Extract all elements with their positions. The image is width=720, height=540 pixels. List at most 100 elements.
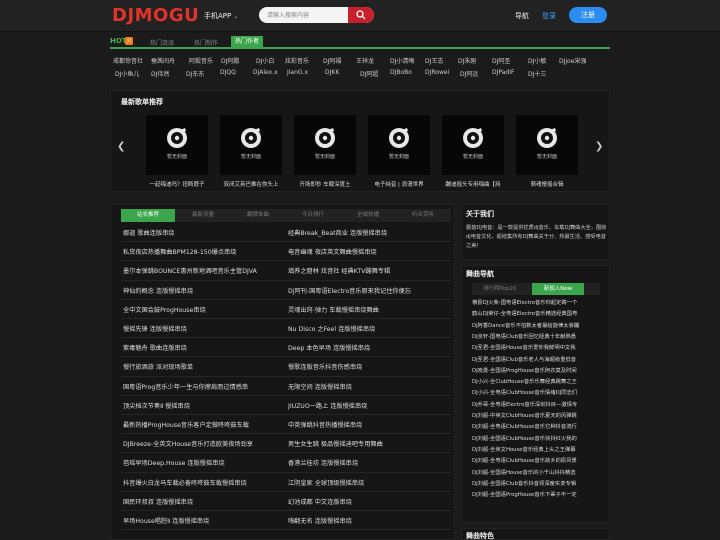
playlist-card[interactable]: 暂无封面 电子纯音 | 浪漫世界 (368, 115, 430, 188)
song-link[interactable]: DJBreeze-全英文House音乐打造欧美夜场劲享 (123, 439, 283, 448)
song-link[interactable]: 顶尖档次节奏Ⅱ 慢摇串烧 (123, 401, 283, 410)
song-link[interactable]: 墨尔本弹跳BOUNCE惠州新地酒吧音乐主管DJVA (123, 266, 283, 275)
search-input[interactable] (259, 7, 351, 23)
artist-link[interactable]: DJ伟然 (151, 69, 169, 78)
artist-link[interactable]: DJKK (325, 69, 339, 76)
nav-link[interactable]: 导航 (515, 11, 529, 21)
list-item[interactable]: Dj刘超-中英文ClubHouse音乐夏天的风弹跳 (472, 411, 600, 419)
artist-link[interactable]: 阿毅音乐 (189, 56, 213, 65)
list-item[interactable]: Dj小兴-全ClubHouse音乐乐舞经典跳舞之王 (472, 377, 600, 385)
list-tab[interactable]: 翻牌单曲 (231, 209, 285, 222)
list-tab[interactable]: 站长推荐 (121, 209, 175, 222)
playlist-name[interactable]: 萌魂慢摇合辑 (512, 180, 582, 188)
song-link[interactable]: 嗨翻无名 连版慢摇串烧 (288, 516, 448, 525)
list-item[interactable]: Dj圣君-全国语House音乐爱你我鲜明中文我 (472, 343, 600, 351)
artist-link[interactable]: DJPadIF (492, 69, 514, 76)
song-link[interactable]: 娜迦 歌曲连版串烧 (123, 228, 283, 237)
list-item[interactable]: Dj圣君-全国语Club音乐老人与海超级重低音 (472, 355, 600, 363)
song-link[interactable]: 紫毒魅舟 歌曲连版串烧 (123, 343, 283, 352)
playlist-name[interactable]: 电子纯音 | 浪漫世界 (364, 180, 434, 188)
song-link[interactable]: 慢歌连版音乐抖音伤感串烧 (288, 362, 448, 371)
list-item[interactable]: Dj刘超-全粤语ClubHouse音乐它种抖音流行 (472, 422, 600, 430)
list-item[interactable]: Dj京轩-国粤语Club音乐回忆经典十年献熟悉 (472, 332, 600, 340)
tab-top20[interactable]: 排行榜Top20 (474, 283, 526, 295)
song-link[interactable]: 无限空间 连版慢摇串烧 (288, 382, 448, 391)
song-link[interactable]: 男生女生跳 极品慢摇迪吧专用舞曲 (288, 439, 448, 448)
artist-link[interactable]: 蚕茜间舟 (151, 56, 175, 65)
list-item[interactable]: Dj刘超-全国语Club音乐抖音领深度实变专辑 (472, 479, 600, 487)
artist-link[interactable]: DJ阿圣 (492, 56, 510, 65)
tab-hot-genre[interactable]: 热门流派 (150, 38, 174, 47)
artist-link[interactable]: DJ阿远 (460, 69, 478, 78)
list-item[interactable]: Dj小兴-全粤语ClubHouse音乐情绪DJ同志们 (472, 388, 600, 396)
list-item[interactable]: Dj刘超-全粤语ClubHouse音乐故乡的原风景 (472, 456, 600, 464)
logo[interactable]: DJMOGU (112, 5, 199, 26)
playlist-cover[interactable]: 暂无封面 (294, 115, 356, 175)
artist-link[interactable]: DJ朱刚 (458, 56, 476, 65)
artist-link[interactable]: 王祥龙 (356, 56, 374, 65)
list-item[interactable]: Dj刘超-全国语ClubHouse音乐快抖红火我的 (472, 434, 600, 442)
artist-link[interactable]: DJ小敏 (528, 56, 546, 65)
next-arrow-icon[interactable]: ❯ (595, 141, 603, 153)
artist-link[interactable]: DjAlex.x (253, 69, 278, 76)
song-link[interactable]: 慢摇先锋 连版慢摇串烧 (123, 324, 283, 333)
list-item[interactable]: Dj晓勇-全国语ProgHouse音乐阿衣莫及时间 (472, 366, 600, 374)
playlist-card[interactable]: 暂无封面 开场即秒 车载深度土 (294, 115, 356, 188)
register-button[interactable]: 注册 (569, 7, 607, 23)
list-item[interactable]: Dj刘超-全英文House音乐经典上头之王弹幕 (472, 445, 600, 453)
playlist-card[interactable]: 暂无封面 一起嗨迪吗？扭断脖子 (146, 115, 208, 188)
playlist-name[interactable]: 一起嗨迪吗？扭断脖子 (142, 180, 212, 188)
app-menu[interactable]: 手机APP ⌄ (204, 11, 238, 21)
playlist-cover[interactable]: 暂无封面 (146, 115, 208, 175)
artist-link[interactable]: 戒都惊音社 (113, 56, 143, 65)
playlist-name[interactable]: 开场即秒 车载深度土 (290, 180, 360, 188)
playlist-cover[interactable]: 暂无封面 (442, 115, 504, 175)
playlist-card[interactable]: 暂无封面 双闭艾英巴推在你头上 (220, 115, 282, 188)
artist-link[interactable]: DJBoBo (390, 69, 412, 76)
artist-link[interactable]: DJ阿超 (360, 69, 378, 78)
tab-hot-artist[interactable]: 热门作者 (231, 36, 264, 47)
list-tab[interactable]: 最新流量 (176, 209, 230, 222)
list-tab[interactable]: 听众赏听 (396, 209, 450, 222)
song-link[interactable]: Deep 本色早场 连版慢摇串烧 (288, 343, 448, 352)
artist-link[interactable]: DJjoe宋强 (559, 56, 586, 65)
artist-link[interactable]: DJ小鱼儿 (115, 69, 139, 78)
list-item[interactable]: 横县DJ火柴-国粤语Electro音乐仰起定睛一个 (472, 298, 600, 306)
playlist-card[interactable]: 暂无封面 萌魂慢摇合辑 (516, 115, 578, 188)
artist-link[interactable]: DJ王志 (425, 56, 443, 65)
song-link[interactable]: 国民环叔叔 连版慢摇串烧 (123, 497, 283, 506)
song-link[interactable]: 国粤语Prog音乐少年一生与你擦肩而过情感串 (123, 382, 283, 391)
song-link[interactable]: 神仙的概念 连版慢摇串烧 (123, 286, 283, 295)
artist-link[interactable]: DJRowei (425, 69, 449, 76)
artist-link[interactable]: DJQQ (220, 69, 236, 76)
song-link[interactable]: JIUZUO一路上 连版慢摇串烧 (288, 401, 448, 410)
artist-link[interactable]: DJ东东 (186, 69, 204, 78)
song-link[interactable]: Nu Disco 之Feel 连版慢摇串烧 (288, 324, 448, 333)
artist-link[interactable]: DJ小白 (256, 56, 274, 65)
song-link[interactable]: 电音幽魂 夜店英文舞曲慢摇串烧 (288, 247, 448, 256)
artist-link[interactable]: DJ十三 (528, 69, 546, 78)
list-tab[interactable]: 全城热播 (341, 209, 395, 222)
playlist-name[interactable]: 双闭艾英巴推在你头上 (216, 180, 286, 188)
artist-link[interactable]: DJ阿福 (323, 56, 341, 65)
song-link[interactable]: 灵魂出窍-弹力 车载慢摇串烧舞曲 (288, 305, 448, 314)
song-link[interactable]: 抖音爆火白龙马车载必备咚咚鼓车载慢摇串烧 (123, 478, 283, 487)
song-link[interactable]: 早场House唱腔Ⅱ 连版慢摇串烧 (123, 516, 283, 525)
song-link[interactable]: 全中文国会鼓ProgHouse串烧 (123, 305, 283, 314)
song-link[interactable]: 经典Break_Beat商业 连版慢摇串烧 (288, 228, 448, 237)
login-link[interactable]: 登录 (542, 11, 556, 21)
artist-link[interactable]: JianG.x (287, 69, 308, 76)
list-item[interactable]: Dj乔哥-全粤语Electro音乐深圳抖目—激情专 (472, 400, 600, 408)
list-item[interactable]: Dj阿香Dance音乐不怕数太者最给旋律太浪蹦 (472, 321, 600, 329)
list-tab[interactable]: 今日排行 (286, 209, 340, 222)
artist-link[interactable]: 炫彩音乐 (285, 56, 309, 65)
tab-hot-production[interactable]: 热门制作 (194, 38, 218, 47)
list-item[interactable]: Dj刘超-全国语House音乐的小千山抖抖精选 (472, 468, 600, 476)
tab-new[interactable]: 新加入New (532, 283, 584, 295)
artist-link[interactable]: DJ小清晦 (390, 56, 414, 65)
song-link[interactable]: 填荞之窟林 炫音社 经典KTV蹦舞专辑 (288, 266, 448, 275)
song-link[interactable]: 幻池成都 中文连版串烧 (288, 497, 448, 506)
song-link[interactable]: 私货夜店热播舞曲BPM128-150爆点串烧 (123, 247, 283, 256)
playlist-name[interactable]: 蹦迪摇头专用嗨曲【持 (438, 180, 508, 188)
playlist-cover[interactable]: 暂无封面 (368, 115, 430, 175)
